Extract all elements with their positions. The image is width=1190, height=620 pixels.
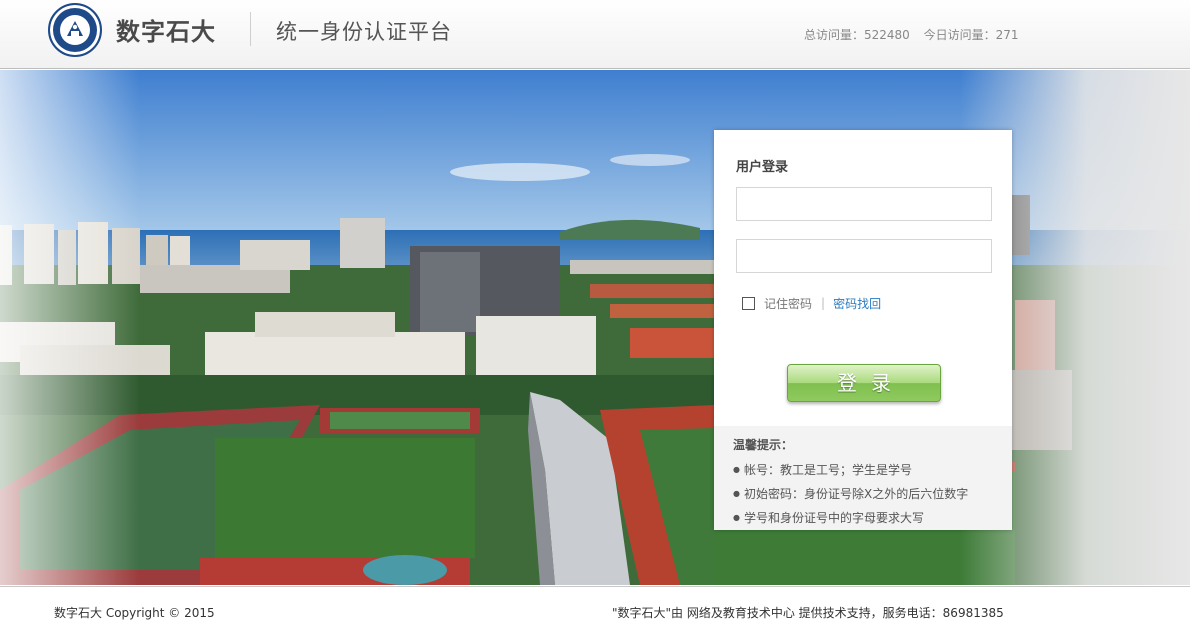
link-separator: | bbox=[821, 296, 826, 310]
total-visits: 总访问量：522480 bbox=[804, 28, 910, 42]
remember-label[interactable]: 记住密码 bbox=[764, 295, 812, 312]
banner-fade-left bbox=[0, 70, 140, 585]
tip-item: 学号和身份证号中的字母要求大写 bbox=[733, 507, 968, 531]
remember-row: 记住密码 | 密码找回 bbox=[742, 295, 881, 311]
tips-box: 温馨提示： 帐号：教工是工号；学生是学号 初始密码：身份证号除X之外的后六位数字… bbox=[714, 426, 1012, 530]
login-panel: 用户登录 记住密码 | 密码找回 登录 温馨提示： 帐号：教工是工号；学生是学号… bbox=[714, 130, 1012, 530]
site-footer: 数字石大 Copyright © 2015 "数字石大"由 网络及教育技术中心 … bbox=[0, 586, 1190, 620]
copyright-text: 数字石大 Copyright © 2015 bbox=[54, 606, 215, 620]
tip-item: 帐号：教工是工号；学生是学号 bbox=[733, 459, 968, 483]
platform-title: 统一身份认证平台 bbox=[276, 20, 452, 44]
site-header: 数字石大 统一身份认证平台 总访问量：522480 今日访问量：271 bbox=[0, 0, 1190, 69]
header-divider bbox=[250, 12, 251, 46]
university-emblem-icon[interactable] bbox=[48, 3, 102, 57]
login-button[interactable]: 登录 bbox=[787, 364, 941, 402]
tip-item: 初始密码：身份证号除X之外的后六位数字 bbox=[733, 483, 968, 507]
login-title: 用户登录 bbox=[736, 160, 789, 175]
username-input[interactable] bbox=[736, 187, 992, 221]
tips-list: 帐号：教工是工号；学生是学号 初始密码：身份证号除X之外的后六位数字 学号和身份… bbox=[733, 459, 968, 531]
password-input[interactable] bbox=[736, 239, 992, 273]
tips-title: 温馨提示： bbox=[733, 438, 794, 452]
visit-stats: 总访问量：522480 今日访问量：271 bbox=[804, 26, 1029, 43]
remember-checkbox[interactable] bbox=[742, 296, 755, 310]
support-text: "数字石大"由 网络及教育技术中心 提供技术支持，服务电话：86981385 bbox=[612, 606, 1004, 620]
brand-name[interactable]: 数字石大 bbox=[116, 12, 216, 47]
forgot-password-link[interactable]: 密码找回 bbox=[833, 295, 881, 312]
today-visits: 今日访问量：271 bbox=[923, 28, 1019, 42]
